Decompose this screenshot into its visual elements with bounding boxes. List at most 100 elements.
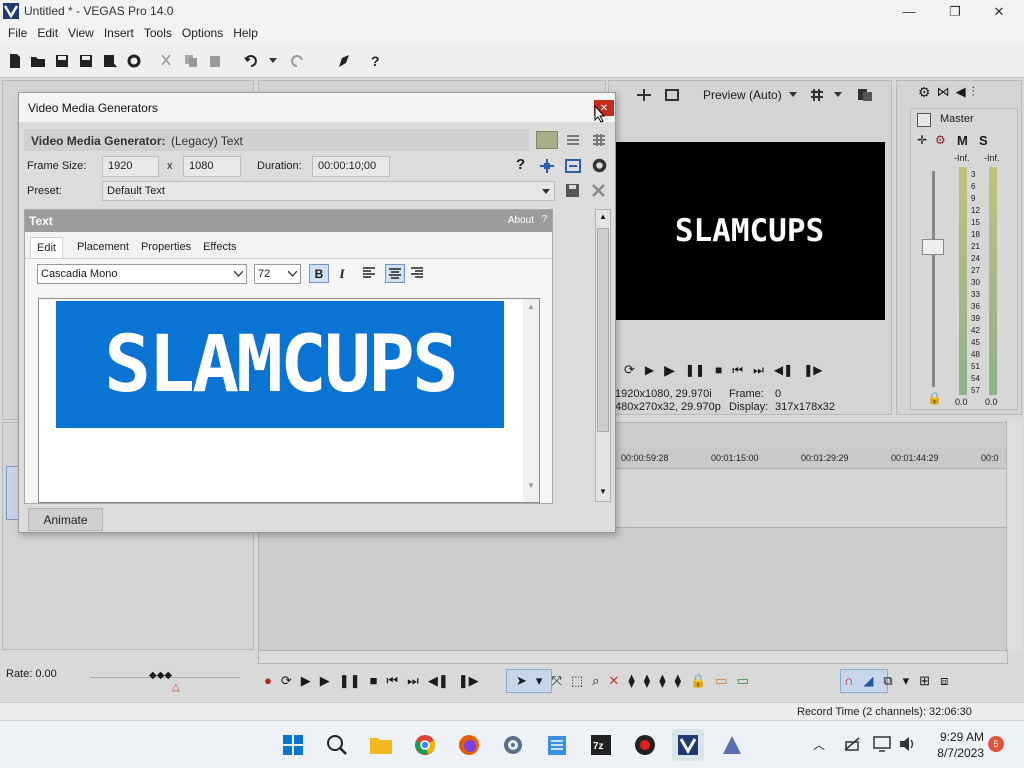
render-icon[interactable]	[99, 50, 121, 72]
file-explorer-icon[interactable]	[365, 729, 397, 761]
menu-tools[interactable]: Tools	[140, 26, 176, 40]
loop-icon[interactable]: ⟳	[281, 673, 292, 689]
edit-tool-icon[interactable]	[333, 50, 355, 72]
tab-effects[interactable]: Effects	[197, 237, 242, 258]
notification-badge[interactable]: 5	[988, 736, 1004, 752]
generator-settings-gear-icon[interactable]	[591, 157, 608, 174]
prev-frame-icon-bottom[interactable]: ◀❚	[428, 673, 449, 689]
start-icon[interactable]	[277, 729, 309, 761]
about-help-icon[interactable]: ?	[541, 214, 547, 225]
lock-event-icon[interactable]: 🔒	[690, 673, 706, 689]
zoom-tool-icon[interactable]: ⌕	[592, 673, 599, 689]
pan-icon[interactable]: ✛	[917, 133, 927, 147]
copy-icon[interactable]	[180, 50, 202, 72]
master-settings-gear-icon[interactable]: ⚙	[918, 84, 931, 104]
editor-text[interactable]: SLAMCUPS	[104, 320, 459, 410]
play-from-start-icon-bottom[interactable]: ▶	[301, 673, 311, 689]
event-grouping-icon[interactable]: ⊞	[919, 673, 930, 689]
new-icon[interactable]	[4, 50, 26, 72]
selection-tool-icon[interactable]: ⬚	[571, 673, 583, 689]
stop-icon-bottom[interactable]: ■	[370, 673, 378, 689]
show-hidden-icons-chevron-icon[interactable]: ︿	[813, 736, 825, 753]
play-icon[interactable]: ▶	[664, 362, 675, 379]
clock-date[interactable]: 8/7/2023	[932, 746, 984, 760]
stop-icon[interactable]: ■	[715, 363, 722, 377]
grid-chevron-icon[interactable]	[834, 92, 842, 98]
chrome-icon[interactable]	[409, 729, 441, 761]
next-frame-icon[interactable]: ❚▶	[803, 363, 822, 377]
text-editor[interactable]: SLAMCUPS ▲ ▼	[38, 298, 540, 503]
menu-view[interactable]: View	[64, 26, 98, 40]
timeline-vertical-scrollbar[interactable]	[1006, 420, 1022, 652]
font-size-dropdown[interactable]: 72	[254, 264, 301, 284]
trim-end-icon[interactable]: ⧫	[659, 673, 665, 689]
preview-quality-dropdown[interactable]: Preview (Auto)	[703, 88, 782, 102]
dialog-scroll-up-icon[interactable]: ▲	[599, 212, 607, 221]
dialog-scrollbar[interactable]: ▲ ▼	[595, 209, 611, 502]
view-grid-icon[interactable]	[592, 133, 606, 147]
delete-icon[interactable]: ✕	[608, 673, 619, 689]
clock-time[interactable]: 9:29 AM	[932, 730, 984, 744]
preset-chevron-icon[interactable]	[542, 189, 550, 195]
go-start-icon-bottom[interactable]: ⏮	[386, 673, 398, 689]
preset-dropdown[interactable]: Default Text	[102, 181, 555, 201]
paste-icon[interactable]	[204, 50, 226, 72]
track-lane[interactable]	[614, 468, 1008, 528]
trim-icon[interactable]: ⧫	[628, 673, 634, 689]
auto-ripple-icon[interactable]: ◢	[863, 673, 873, 689]
copy-snapshot-icon[interactable]	[857, 88, 873, 102]
preview-quality-chevron-icon[interactable]	[789, 92, 797, 98]
settings-gear-icon[interactable]	[497, 729, 529, 761]
previous-frame-icon[interactable]: ◀❚	[774, 363, 793, 377]
play-from-start-icon[interactable]: ▶	[645, 363, 654, 377]
split-icon[interactable]: ⧫	[675, 673, 681, 689]
downmix-icon[interactable]: ⫶	[972, 84, 975, 104]
align-center-button[interactable]	[385, 264, 405, 283]
overlays-icon[interactable]	[664, 88, 680, 102]
undo-dropdown-icon[interactable]	[262, 50, 284, 72]
align-right-icon[interactable]	[410, 267, 424, 279]
tab-edit[interactable]: Edit	[30, 237, 63, 258]
envelope-tool-icon[interactable]: ⤧	[551, 673, 561, 689]
vegas-dvd-icon[interactable]	[716, 729, 748, 761]
lock-icon[interactable]: 🔒	[927, 391, 942, 405]
search-icon[interactable]	[321, 729, 353, 761]
mute-button[interactable]: M	[957, 133, 968, 148]
frame-width-input[interactable]: 1920	[102, 156, 159, 177]
magnet-icon[interactable]: ∩	[844, 673, 853, 689]
loop-playback-icon[interactable]: ⟳	[624, 362, 635, 378]
duration-input[interactable]: 00:00:10;00	[312, 156, 390, 177]
view-list-icon[interactable]	[566, 133, 580, 147]
view-single-icon[interactable]	[536, 131, 558, 149]
rate-slider-handle[interactable]: ◆◆◆	[149, 670, 172, 681]
master-fader-handle[interactable]	[922, 239, 944, 255]
font-dropdown[interactable]: Cascadia Mono	[37, 264, 247, 284]
cut-icon[interactable]	[155, 50, 177, 72]
undo-icon[interactable]	[240, 50, 262, 72]
grid-icon[interactable]	[810, 88, 824, 102]
menu-options[interactable]: Options	[178, 26, 227, 40]
timeline-horizontal-scrollbar[interactable]	[258, 650, 1008, 664]
media-fx-icon[interactable]	[565, 158, 581, 174]
7zip-icon[interactable]: 7z	[585, 729, 617, 761]
font-chevron-icon[interactable]	[234, 271, 243, 277]
pause-icon-bottom[interactable]: ❚❚	[339, 673, 361, 689]
vegas-pro-taskbar-icon[interactable]	[672, 729, 704, 761]
lock-envelopes-icon[interactable]: ⧈	[940, 673, 948, 689]
display-icon[interactable]	[873, 736, 893, 752]
bus-fx-icon[interactable]: ⋈	[937, 84, 950, 104]
trim-start-icon[interactable]: ⧫	[644, 673, 650, 689]
save-icon[interactable]	[51, 50, 73, 72]
redo-icon[interactable]	[286, 50, 308, 72]
help-icon[interactable]: ?	[516, 156, 525, 173]
menu-insert[interactable]: Insert	[100, 26, 138, 40]
bold-button[interactable]: B	[309, 264, 329, 283]
next-frame-icon-bottom[interactable]: ❚▶	[458, 673, 479, 689]
region-icon[interactable]: ▭	[737, 673, 749, 689]
editor-scroll-down-icon[interactable]: ▼	[527, 481, 535, 490]
save-preset-icon[interactable]	[565, 183, 580, 198]
dialog-scroll-down-icon[interactable]: ▼	[599, 487, 607, 496]
edit-cursor-icon[interactable]: ➤	[516, 673, 527, 689]
crossfade-chevron-icon[interactable]: ▾	[903, 673, 910, 689]
animate-button[interactable]: Animate	[28, 508, 103, 531]
